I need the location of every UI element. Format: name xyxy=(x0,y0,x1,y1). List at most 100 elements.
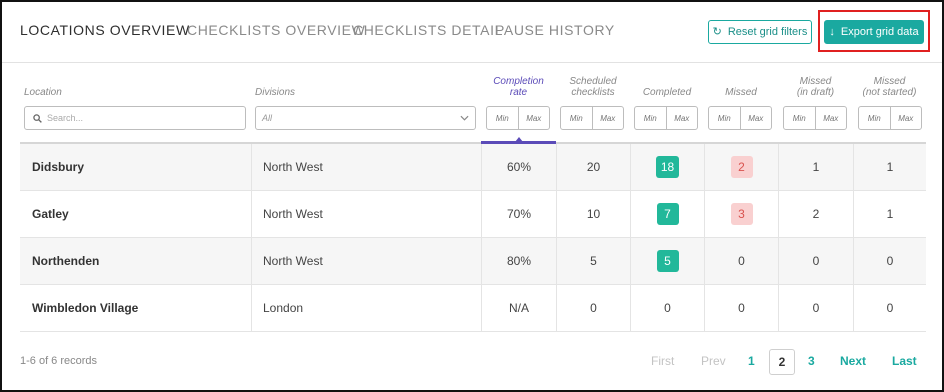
pagination-page-1[interactable]: 1 xyxy=(748,354,755,368)
cell-division: North West xyxy=(251,144,481,190)
cell-completion-rate: 70% xyxy=(481,191,556,237)
tab-checklists-overview[interactable]: CHECKLISTS OVERVIEW xyxy=(187,22,365,38)
column-header-completion-rate-line1: Completion xyxy=(493,76,544,87)
cell-scheduled: 0 xyxy=(556,285,630,331)
column-header-missed[interactable]: Missed xyxy=(704,87,778,98)
download-arrow-icon: ↓ xyxy=(829,25,835,38)
tab-locations-overview[interactable]: LOCATIONS OVERVIEW xyxy=(20,22,190,38)
completed-badge: 5 xyxy=(656,250,679,272)
cell-missed-not-started: 0 xyxy=(853,238,926,284)
cell-location[interactable]: Northenden xyxy=(20,238,251,284)
export-grid-data-button[interactable]: ↓ Export grid data xyxy=(824,20,924,44)
cell-completion-rate: 80% xyxy=(481,238,556,284)
min-input[interactable]: Min xyxy=(784,107,815,129)
reset-grid-filters-label: Reset grid filters xyxy=(727,26,808,38)
cell-missed: 0 xyxy=(704,285,778,331)
cell-scheduled: 20 xyxy=(556,144,630,190)
missed-range-filter[interactable]: Min Max xyxy=(708,106,772,130)
completed-badge: 18 xyxy=(655,156,680,178)
missed-badge: 3 xyxy=(730,203,753,225)
cell-division: North West xyxy=(251,191,481,237)
min-input[interactable]: Min xyxy=(487,107,518,129)
export-grid-data-label: Export grid data xyxy=(840,26,919,38)
cell-missed: 2 xyxy=(704,144,778,190)
column-header-scheduled-line2: checklists xyxy=(571,87,615,98)
page-header: LOCATIONS OVERVIEW CHECKLISTS OVERVIEW C… xyxy=(2,2,942,62)
cell-division: North West xyxy=(251,238,481,284)
min-input[interactable]: Min xyxy=(561,107,592,129)
max-input[interactable]: Max xyxy=(889,107,922,129)
max-input[interactable]: Max xyxy=(814,107,847,129)
column-header-scheduled-line1: Scheduled xyxy=(569,76,617,87)
cell-missed-draft: 0 xyxy=(778,238,853,284)
cell-completed: 5 xyxy=(630,238,704,284)
cell-missed-not-started: 1 xyxy=(853,144,926,190)
table-row[interactable]: Wimbledon Village London N/A 0 0 0 0 0 xyxy=(20,285,926,332)
max-input[interactable]: Max xyxy=(591,107,624,129)
cell-completed: 7 xyxy=(630,191,704,237)
divisions-selected-value: All xyxy=(262,113,273,123)
pagination-first[interactable]: First xyxy=(651,354,674,368)
cell-completed: 18 xyxy=(630,144,704,190)
cell-location[interactable]: Didsbury xyxy=(20,144,251,190)
cell-completion-rate: N/A xyxy=(481,285,556,331)
column-header-missed-in-draft[interactable]: Missed (in draft) xyxy=(778,76,853,98)
cell-missed-draft: 1 xyxy=(778,144,853,190)
reset-grid-filters-button[interactable]: ↻ Reset grid filters xyxy=(708,20,812,44)
max-input[interactable]: Max xyxy=(517,107,550,129)
table-row[interactable]: Gatley North West 70% 10 7 3 2 1 xyxy=(20,191,926,238)
column-header-completion-rate-line2: rate xyxy=(509,87,528,98)
pagination-page-2-current[interactable]: 2 xyxy=(769,349,795,375)
column-header-missed-not-started[interactable]: Missed (not started) xyxy=(853,76,926,98)
missed-draft-range-filter[interactable]: Min Max xyxy=(783,106,847,130)
column-header-missed-draft-line2: (in draft) xyxy=(796,87,835,98)
location-search-input[interactable]: Search... xyxy=(24,106,246,130)
cell-scheduled: 10 xyxy=(556,191,630,237)
scheduled-range-filter[interactable]: Min Max xyxy=(560,106,624,130)
cell-missed: 0 xyxy=(704,238,778,284)
cell-missed-not-started: 0 xyxy=(853,285,926,331)
pagination-prev[interactable]: Prev xyxy=(701,354,726,368)
records-count: 1-6 of 6 records xyxy=(20,355,98,367)
cell-location[interactable]: Wimbledon Village xyxy=(20,285,251,331)
pagination-next[interactable]: Next xyxy=(840,354,866,368)
cell-division: London xyxy=(251,285,481,331)
column-header-completed[interactable]: Completed xyxy=(630,87,704,98)
cell-scheduled: 5 xyxy=(556,238,630,284)
search-placeholder: Search... xyxy=(47,113,84,123)
missed-not-started-range-filter[interactable]: Min Max xyxy=(858,106,922,130)
min-input[interactable]: Min xyxy=(709,107,740,129)
column-header-location: Location xyxy=(24,87,62,98)
tab-checklists-detail[interactable]: CHECKLISTS DETAIL xyxy=(353,22,503,38)
pagination-page-3[interactable]: 3 xyxy=(808,354,815,368)
column-header-completion-rate[interactable]: Completion rate xyxy=(481,76,556,98)
pagination-last[interactable]: Last xyxy=(892,354,917,368)
completion-rate-range-filter[interactable]: Min Max xyxy=(486,106,550,130)
max-input[interactable]: Max xyxy=(665,107,698,129)
column-header-scheduled-checklists[interactable]: Scheduled checklists xyxy=(556,76,630,98)
min-input[interactable]: Min xyxy=(859,107,890,129)
cell-missed: 3 xyxy=(704,191,778,237)
header-divider xyxy=(2,62,942,63)
cell-location[interactable]: Gatley xyxy=(20,191,251,237)
app-window: LOCATIONS OVERVIEW CHECKLISTS OVERVIEW C… xyxy=(0,0,944,392)
cell-missed-draft: 2 xyxy=(778,191,853,237)
max-input[interactable]: Max xyxy=(739,107,772,129)
column-header-missed-draft-line1: Missed xyxy=(799,76,832,87)
min-input[interactable]: Min xyxy=(635,107,666,129)
tab-pause-history[interactable]: PAUSE HISTORY xyxy=(495,22,615,38)
chevron-down-icon xyxy=(460,115,469,121)
cell-completed: 0 xyxy=(630,285,704,331)
completed-range-filter[interactable]: Min Max xyxy=(634,106,698,130)
cell-missed-not-started: 1 xyxy=(853,191,926,237)
completed-badge: 7 xyxy=(656,203,679,225)
refresh-icon: ↻ xyxy=(712,25,722,38)
missed-badge: 2 xyxy=(730,156,753,178)
table-row[interactable]: Didsbury North West 60% 20 18 2 1 1 xyxy=(20,144,926,191)
divisions-select[interactable]: All xyxy=(255,106,476,130)
search-icon xyxy=(33,113,42,123)
column-header-divisions: Divisions xyxy=(255,87,296,98)
table-row[interactable]: Northenden North West 80% 5 5 0 0 0 xyxy=(20,238,926,285)
column-header-missed-not-started-line1: Missed xyxy=(873,76,906,87)
column-header-missed-not-started-line2: (not started) xyxy=(862,87,917,98)
